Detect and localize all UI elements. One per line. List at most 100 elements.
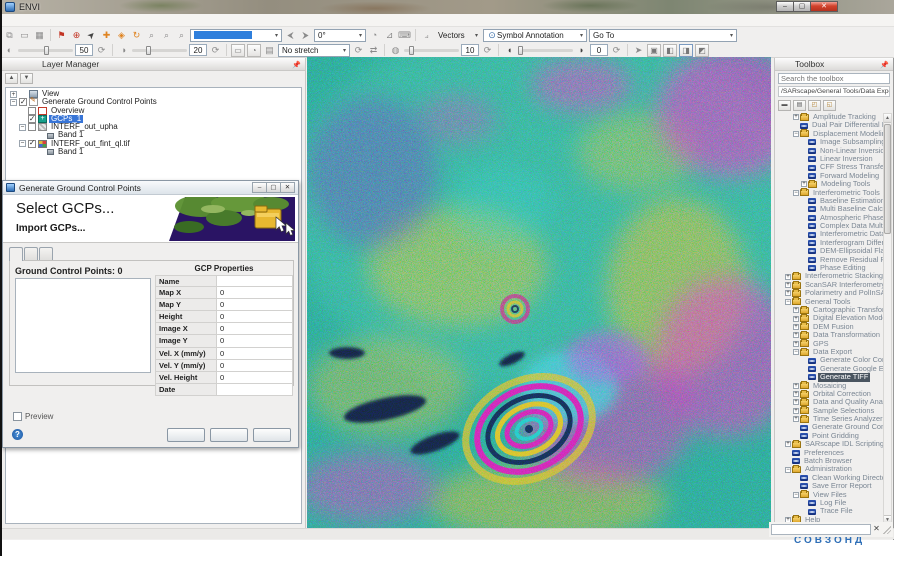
histogram-icon[interactable]: ▤ xyxy=(263,44,276,57)
dialog-tab[interactable] xyxy=(9,247,23,261)
toolbox-item-label[interactable]: Administration xyxy=(803,465,854,473)
expander-icon[interactable]: + xyxy=(801,181,807,187)
layer-checkbox[interactable] xyxy=(28,140,36,148)
toolbox-item-label[interactable]: Interferometric Data Coregistr xyxy=(818,230,883,238)
toolbox-item[interactable]: DEM-Ellipsoidal Flattening xyxy=(777,247,883,255)
toolbox-item[interactable]: − View Files xyxy=(777,491,883,499)
toolbox-item-label[interactable]: Digital Elevation Model Extraction xyxy=(811,314,883,322)
reset-transparency-icon[interactable]: ⟳ xyxy=(481,44,494,57)
toolbox-item-label[interactable]: Generate Color Composite xyxy=(818,356,883,364)
toolbox-item[interactable]: Generate TIFF xyxy=(777,373,883,381)
preview-option[interactable]: Preview xyxy=(13,412,53,421)
toolbox-item[interactable]: + Orbital Correction xyxy=(777,390,883,398)
property-value-field[interactable]: 0 xyxy=(217,372,293,384)
toolbox-item[interactable]: + Amplitude Tracking xyxy=(777,113,883,121)
interferogram-image[interactable] xyxy=(307,57,771,528)
scrollbar-thumb[interactable] xyxy=(884,124,891,234)
toolbox-item-label[interactable]: Data and Quality Analysis xyxy=(811,398,883,406)
toolbox-item-label[interactable]: Time Series Analyzer xyxy=(811,415,883,423)
expander-icon[interactable]: − xyxy=(793,349,799,355)
toolbox-item-label[interactable]: DEM Fusion xyxy=(811,323,856,331)
zoom-combo[interactable] xyxy=(190,29,282,42)
toolbox-item-label[interactable]: ScanSAR Interferometry xyxy=(803,281,883,289)
dialog-tab[interactable] xyxy=(24,247,38,260)
gcp-listbox[interactable] xyxy=(15,278,151,373)
expander-icon[interactable]: + xyxy=(793,399,799,405)
toolbox-item[interactable]: Baseline Estimation xyxy=(777,197,883,205)
dialog-button[interactable] xyxy=(167,428,205,442)
maximize-button[interactable] xyxy=(793,1,811,12)
layer-checkbox[interactable] xyxy=(28,115,36,123)
pan-prev-icon[interactable]: ⮜ xyxy=(284,29,297,42)
collapse-all-button[interactable]: ▲ xyxy=(5,73,18,84)
toolbox-item-label[interactable]: Image Subsampling xyxy=(818,138,883,146)
contrast-slider[interactable] xyxy=(132,49,187,52)
vectors-icon[interactable]: ⟓ xyxy=(420,29,433,42)
toolbox-item-label[interactable]: Orbital Correction xyxy=(811,390,873,398)
toolbox-item-label[interactable]: Generate Ground Control Points xyxy=(810,423,883,431)
layer-item[interactable]: − INTERF_out_fint_ql.tif xyxy=(8,140,301,148)
help-icon[interactable] xyxy=(12,429,23,440)
image-view[interactable] xyxy=(307,57,771,528)
title-bar[interactable]: ENVI xyxy=(0,0,894,14)
toolbox-item[interactable]: Preferences xyxy=(777,449,883,457)
zoom-in-icon[interactable]: ⌕ xyxy=(145,29,158,42)
property-value-field[interactable]: 0 xyxy=(217,299,293,311)
fly-icon[interactable]: ◈ xyxy=(115,29,128,42)
portal-flicker-button[interactable]: ◨ xyxy=(679,44,693,57)
property-value-field[interactable]: 0 xyxy=(217,348,293,360)
toolbox-item-label[interactable]: Batch Browser xyxy=(802,457,854,465)
dialog-button[interactable] xyxy=(253,428,291,442)
expander-icon[interactable]: − xyxy=(793,190,799,196)
toolbox-item-label[interactable]: Modeling Tools xyxy=(819,180,872,188)
north-icon[interactable]: ◔ xyxy=(368,29,381,42)
property-value-field[interactable]: 0 xyxy=(217,311,293,323)
annotation-icon[interactable]: ⌨ xyxy=(398,29,411,42)
property-value-field[interactable] xyxy=(217,384,293,396)
slider-knob[interactable] xyxy=(409,46,414,55)
toolbox-item-label[interactable]: Non-Linear Inversion xyxy=(818,147,883,155)
brightness-slider[interactable] xyxy=(18,49,73,52)
contrast-value[interactable]: 20 xyxy=(189,44,207,56)
toolbox-item[interactable]: + Cartographic Transformation xyxy=(777,306,883,314)
maximize-button[interactable] xyxy=(266,182,281,193)
dialog-title-bar[interactable]: Generate Ground Control Points xyxy=(3,181,298,195)
stretch-extent-button[interactable]: ▭ xyxy=(231,44,245,57)
slider-knob[interactable] xyxy=(518,46,523,55)
toolbox-item[interactable]: Generate Ground Control Points xyxy=(777,423,883,431)
ruler-icon[interactable]: ⊿ xyxy=(383,29,396,42)
expander-icon[interactable]: + xyxy=(793,383,799,389)
toolbox-item-label[interactable]: GPS xyxy=(811,340,831,348)
collapse-all-button[interactable]: ▬ xyxy=(778,100,791,111)
stretch-combo[interactable]: No stretch xyxy=(278,44,350,57)
toolbox-item[interactable]: Clean Working Directory xyxy=(777,474,883,482)
toolbox-item-label[interactable]: SARscape IDL Scripting xyxy=(803,440,883,448)
toolbox-item[interactable]: Multi Baseline Calculation xyxy=(777,205,883,213)
expander-icon[interactable]: + xyxy=(793,341,799,347)
toolbox-item[interactable]: Interferogram Difference xyxy=(777,239,883,247)
expander-icon[interactable]: + xyxy=(793,416,799,422)
toolbox-item-label[interactable]: Interferometric Tools xyxy=(811,189,882,197)
property-value-field[interactable]: 0 xyxy=(217,335,293,347)
toolbox-item-label[interactable]: Remove Residual Phase Freq xyxy=(818,256,883,264)
open-folder-icon[interactable]: ◰ xyxy=(808,100,821,111)
toolbox-item-label[interactable]: Interferometric Stacking xyxy=(803,272,883,280)
toolbox-item-label[interactable]: Log File xyxy=(818,499,848,507)
reset-flicker-icon[interactable]: ⟳ xyxy=(610,44,623,57)
toolbox-item-label[interactable]: DEM-Ellipsoidal Flattening xyxy=(818,247,883,255)
expander-icon[interactable]: + xyxy=(793,316,799,322)
layer-manager-header[interactable]: Layer Manager xyxy=(2,58,305,71)
toolbox-item[interactable]: + Modeling Tools xyxy=(777,180,883,188)
annotation-combo[interactable]: ⊙Symbol Annotation xyxy=(483,29,587,42)
favorites-folder-icon[interactable]: ◱ xyxy=(823,100,836,111)
toolbox-item-label[interactable]: Forward Modeling xyxy=(818,172,881,180)
flicker-value[interactable]: 0 xyxy=(590,44,608,56)
pan-next-icon[interactable]: ⮞ xyxy=(299,29,312,42)
toolbox-item[interactable]: − Administration xyxy=(777,465,883,473)
toolbox-item-label[interactable]: Dual Pair Differential Interferometry xyxy=(810,121,883,129)
stretch-options-icon[interactable]: ⇄ xyxy=(367,44,380,57)
toolbox-scrollbar[interactable]: ▲ ▼ xyxy=(883,113,892,525)
arrow-icon[interactable]: ➤ xyxy=(632,44,645,57)
property-value-field[interactable]: 0 xyxy=(217,287,293,299)
cursor-icon[interactable]: ➤ xyxy=(82,26,100,44)
